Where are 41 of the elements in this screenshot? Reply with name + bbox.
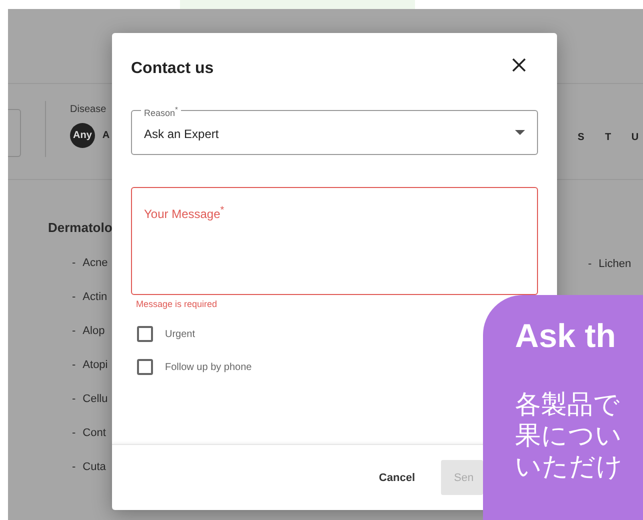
condition-link[interactable]: Acne — [82, 257, 108, 269]
close-icon[interactable] — [512, 58, 526, 72]
checkbox-label: Follow up by phone — [165, 362, 252, 372]
callout-text: 果につい — [515, 420, 622, 451]
field-label: Reason$^{*}$ — [141, 104, 181, 119]
message-field[interactable]: Your Message$^{*}$ — [131, 187, 538, 295]
filter-label: Disease — [70, 104, 108, 115]
error-message: Message is required — [136, 299, 218, 309]
list-dash: - — [72, 325, 76, 337]
letter-filter[interactable]: U — [627, 132, 643, 143]
condition-link[interactable]: Cont — [82, 427, 106, 439]
list-dash: - — [72, 393, 76, 405]
section-title: Dermatolo — [48, 220, 114, 235]
select-value: Ask an Expert — [144, 126, 219, 140]
list-dash: - — [588, 258, 592, 270]
list-dash: - — [72, 461, 76, 473]
list-dash: - — [72, 427, 76, 439]
callout-text: いただけ — [515, 451, 623, 482]
search-field[interactable] — [8, 109, 21, 157]
letter-filter[interactable]: Any — [70, 123, 95, 148]
checkbox[interactable] — [137, 326, 153, 342]
letter-filter[interactable]: A — [98, 130, 114, 141]
checkbox[interactable] — [137, 359, 153, 375]
condition-link[interactable]: Lichen — [598, 258, 632, 270]
condition-link[interactable]: Cellu — [82, 393, 108, 405]
checkbox-label: Urgent — [165, 328, 196, 340]
list-dash: - — [72, 291, 76, 303]
callout-title: Ask th — [515, 317, 616, 355]
field-label: Your Message$^{*}$ — [144, 207, 224, 221]
letter-filter[interactable]: S — [573, 132, 589, 143]
condition-link[interactable]: Cuta — [82, 461, 106, 473]
dialog-title: Contact us — [131, 60, 214, 78]
caret-icon — [515, 130, 525, 135]
condition-link[interactable]: Alop — [82, 325, 105, 337]
condition-link[interactable]: Actin — [82, 291, 108, 303]
list-dash: - — [72, 257, 76, 269]
letter-filter[interactable]: T — [600, 132, 616, 143]
list-dash: - — [72, 359, 76, 371]
cancel-button[interactable]: Cancel — [372, 470, 421, 484]
condition-link[interactable]: Atopi — [82, 359, 108, 371]
callout-text: 各製品で — [515, 389, 620, 420]
